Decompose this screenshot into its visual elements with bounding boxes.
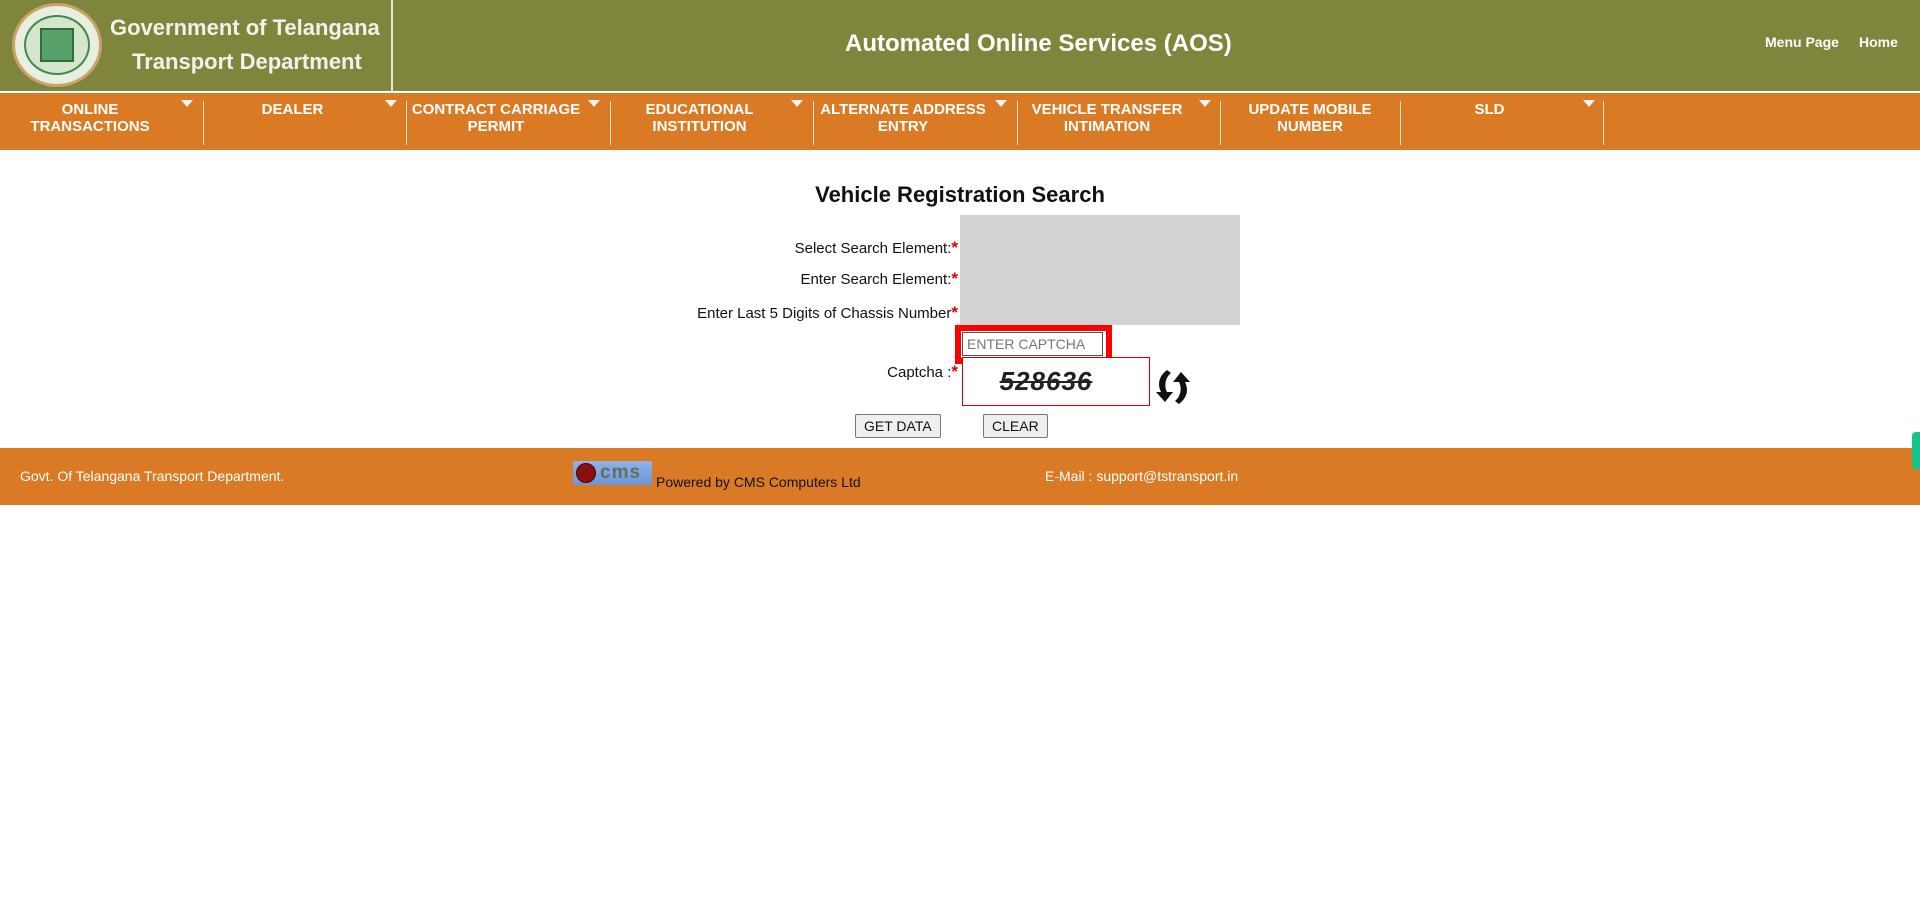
nav-item-label: ALTERNATE ADDRESS ENTRY — [820, 101, 986, 135]
powered-by-text: Powered by CMS Computers Ltd — [656, 474, 861, 490]
chassis-number-label: Enter Last 5 Digits of Chassis Number* — [697, 303, 958, 322]
page-title: Vehicle Registration Search — [815, 182, 1105, 207]
required-asterisk: * — [951, 238, 958, 257]
select-search-element-label: Select Search Element:* — [794, 238, 958, 257]
nav-divider — [1400, 101, 1401, 145]
nav-item-online-transactions[interactable]: ONLINE TRANSACTIONS — [0, 101, 180, 137]
brand-title-line2: Transport Department — [132, 49, 362, 74]
app-title: Automated Online Services (AOS) — [845, 30, 1232, 57]
dropdown-arrow-icon[interactable] — [995, 100, 1007, 107]
dropdown-arrow-icon[interactable] — [385, 100, 397, 107]
brand-block: Government of Telangana Transport Depart… — [0, 0, 393, 91]
nav-divider — [1017, 101, 1018, 145]
nav-divider — [406, 101, 407, 145]
nav-item-label: UPDATE MOBILE NUMBER — [1248, 101, 1372, 135]
nav-item-sld[interactable]: SLD — [1402, 101, 1577, 137]
menu-page-link[interactable]: Menu Page — [1765, 34, 1839, 50]
nav-divider — [1220, 101, 1221, 145]
support-email[interactable]: E-Mail : support@tstransport.in — [1045, 468, 1238, 484]
home-link[interactable]: Home — [1859, 34, 1898, 50]
clear-button[interactable]: CLEAR — [983, 414, 1048, 438]
nav-item-label: VEHICLE TRANSFER INTIMATION — [1031, 101, 1183, 135]
get-data-button[interactable]: GET DATA — [855, 414, 941, 438]
dropdown-arrow-icon[interactable] — [181, 100, 193, 107]
required-asterisk: * — [951, 303, 958, 322]
required-asterisk: * — [951, 269, 958, 288]
nav-item-label: CONTRACT CARRIAGE PERMIT — [411, 101, 581, 135]
nav-item-label: SLD — [1474, 101, 1505, 118]
nav-item-label: DEALER — [261, 101, 324, 118]
nav-divider — [203, 101, 204, 145]
captcha-label: Captcha :* — [887, 362, 958, 381]
site-footer: Govt. Of Telangana Transport Department.… — [0, 448, 1920, 505]
dropdown-arrow-icon[interactable] — [1583, 100, 1595, 107]
side-widget-tab[interactable] — [1912, 432, 1920, 469]
footer-copyright: Govt. Of Telangana Transport Department. — [20, 468, 285, 484]
nav-item-educational-institution[interactable]: EDUCATIONAL INSTITUTION — [612, 101, 787, 137]
captcha-input[interactable] — [962, 332, 1103, 356]
main-nav: ONLINE TRANSACTIONS DEALER CONTRACT CARR… — [0, 93, 1920, 150]
brand-title-line1: Government of Telangana — [110, 15, 380, 40]
nav-divider — [813, 101, 814, 145]
nav-item-dealer[interactable]: DEALER — [205, 101, 380, 137]
nav-item-update-mobile-number[interactable]: UPDATE MOBILE NUMBER — [1222, 101, 1398, 137]
captcha-image: 528636 — [962, 357, 1150, 406]
telangana-emblem-icon — [12, 3, 102, 87]
nav-divider — [610, 101, 611, 145]
redacted-input-region — [960, 215, 1240, 325]
dropdown-arrow-icon[interactable] — [1199, 100, 1211, 107]
site-header: Government of Telangana Transport Depart… — [0, 0, 1920, 91]
refresh-captcha-icon[interactable] — [1153, 368, 1193, 406]
dropdown-arrow-icon[interactable] — [588, 100, 600, 107]
nav-item-contract-carriage-permit[interactable]: CONTRACT CARRIAGE PERMIT — [408, 101, 584, 137]
dropdown-arrow-icon[interactable] — [791, 100, 803, 107]
cms-logo-icon: cms — [573, 461, 652, 485]
nav-item-label: ONLINE TRANSACTIONS — [30, 101, 150, 135]
enter-search-element-label: Enter Search Element:* — [800, 269, 958, 288]
required-asterisk: * — [951, 362, 958, 381]
nav-item-vehicle-transfer-intimation[interactable]: VEHICLE TRANSFER INTIMATION — [1019, 101, 1195, 137]
captcha-code: 528636 — [999, 366, 1093, 396]
nav-divider — [1603, 101, 1604, 145]
nav-item-label: EDUCATIONAL INSTITUTION — [645, 101, 754, 135]
nav-item-alternate-address-entry[interactable]: ALTERNATE ADDRESS ENTRY — [815, 101, 991, 137]
